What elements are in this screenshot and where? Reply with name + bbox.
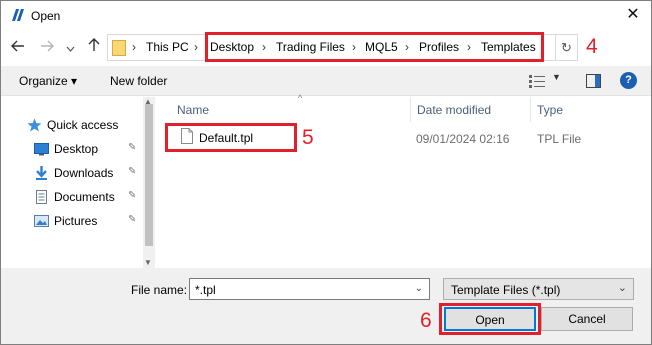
column-header-date[interactable]: Date modified — [417, 103, 491, 117]
step-label-address: 4 — [586, 35, 598, 58]
file-date: 09/01/2024 02:16 — [416, 132, 510, 146]
window-title: Open — [31, 9, 61, 23]
download-icon — [36, 166, 47, 180]
pin-icon: ✎ — [128, 190, 137, 201]
filetype-value: Template Files (*.tpl) — [451, 283, 561, 297]
breadcrumb-separator: › — [194, 40, 198, 54]
chevron-down-icon[interactable]: ⌄ — [415, 283, 423, 294]
step-label-file: 5 — [302, 126, 314, 149]
pin-icon: ✎ — [128, 214, 137, 225]
sidebar-scroll-thumb[interactable] — [145, 104, 153, 246]
arrow-up-icon[interactable] — [85, 38, 103, 56]
filename-input[interactable]: *.tpl ⌄ — [189, 278, 430, 300]
close-button[interactable]: ✕ — [616, 1, 650, 29]
column-divider[interactable] — [530, 97, 531, 122]
sidebar-item-desktop[interactable]: Desktop ✎ — [34, 139, 144, 159]
folder-icon — [112, 40, 126, 56]
new-folder-button[interactable]: New folder — [110, 74, 167, 88]
desktop-icon — [34, 143, 49, 156]
arrow-right-icon[interactable] — [38, 38, 56, 56]
sidebar-item-label: Pictures — [54, 214, 98, 228]
help-icon[interactable]: ? — [620, 72, 637, 89]
app-logo-icon — [12, 9, 24, 21]
file-highlight-box — [165, 123, 297, 152]
column-divider[interactable] — [410, 97, 411, 122]
file-type: TPL File — [537, 132, 582, 146]
picture-icon — [34, 215, 49, 227]
column-header-name[interactable]: Name — [177, 103, 209, 117]
cancel-button[interactable]: Cancel — [541, 307, 633, 331]
document-icon — [36, 190, 47, 204]
sidebar-item-label: Documents — [54, 190, 115, 204]
title-bar — [1, 1, 651, 31]
sidebar-item-label: Quick access — [47, 118, 119, 132]
sidebar-item-label: Downloads — [54, 166, 114, 180]
arrow-left-icon[interactable] — [9, 38, 27, 56]
column-header-type[interactable]: Type — [537, 103, 563, 117]
star-icon — [27, 118, 42, 132]
scroll-down-icon[interactable]: ▼ — [144, 258, 152, 267]
sort-ascending-icon: ^ — [298, 93, 303, 103]
address-highlight-box — [205, 32, 544, 62]
step-label-open: 6 — [420, 309, 432, 332]
sidebar-item-downloads[interactable]: Downloads ✎ — [34, 163, 144, 183]
sidebar-item-documents[interactable]: Documents ✎ — [34, 187, 144, 207]
sidebar-item-pictures[interactable]: Pictures ✎ — [34, 211, 144, 231]
refresh-button[interactable]: ↻ — [555, 35, 577, 60]
pin-icon: ✎ — [128, 142, 137, 153]
view-dropdown-icon[interactable]: ▼ — [552, 72, 561, 82]
filetype-select[interactable]: Template Files (*.tpl) ⌄ — [443, 278, 634, 300]
filename-value: *.tpl — [195, 283, 216, 297]
breadcrumb-this-pc[interactable]: This PC — [146, 40, 189, 54]
view-options-icon[interactable] — [529, 74, 545, 88]
open-highlight-box — [439, 303, 541, 335]
pin-icon: ✎ — [128, 166, 137, 177]
sidebar-item-quick-access[interactable]: Quick access — [27, 115, 137, 135]
organize-menu[interactable]: Organize ▾ — [19, 74, 77, 88]
sidebar-item-label: Desktop — [54, 142, 99, 156]
breadcrumb-separator: › — [132, 40, 136, 54]
preview-pane-icon[interactable] — [586, 74, 601, 88]
chevron-down-icon[interactable] — [64, 38, 76, 56]
filename-label: File name: — [131, 283, 188, 297]
chevron-down-icon[interactable]: ⌄ — [618, 281, 627, 294]
